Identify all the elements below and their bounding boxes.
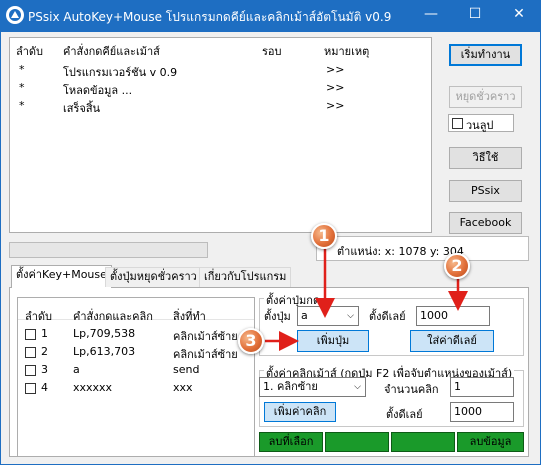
marker-3: 3 (238, 328, 264, 354)
marker-2: 2 (444, 253, 470, 279)
annotation-arrows (265, 248, 468, 351)
marker-1: 1 (311, 223, 337, 249)
